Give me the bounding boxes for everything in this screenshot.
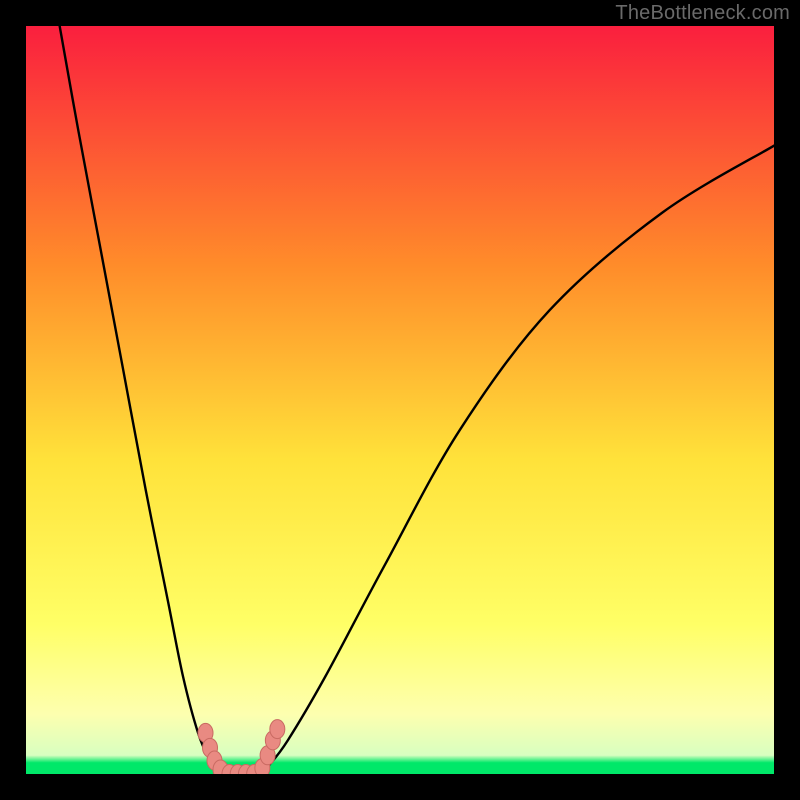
marker-dot	[270, 720, 285, 739]
valley-markers	[26, 26, 774, 774]
watermark-text: TheBottleneck.com	[615, 2, 790, 25]
chart-frame: TheBottleneck.com	[0, 0, 800, 800]
plot-area	[26, 26, 774, 774]
